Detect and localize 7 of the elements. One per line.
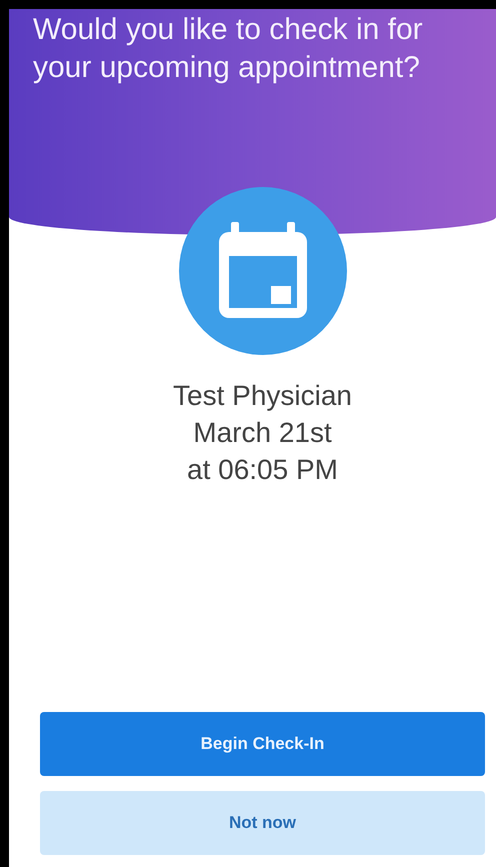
appointment-detail: at 06:05 PM bbox=[187, 453, 338, 487]
dismiss-button[interactable]: Not now bbox=[40, 791, 485, 855]
appointment-detail: Test Physician bbox=[173, 379, 352, 413]
appointment-detail: March 21st bbox=[193, 416, 332, 450]
begin-button[interactable]: Begin Check-In bbox=[40, 712, 485, 776]
calendar-icon bbox=[216, 222, 308, 320]
header-title: Would you like to check in for your upcoming appointment? bbox=[33, 12, 424, 86]
